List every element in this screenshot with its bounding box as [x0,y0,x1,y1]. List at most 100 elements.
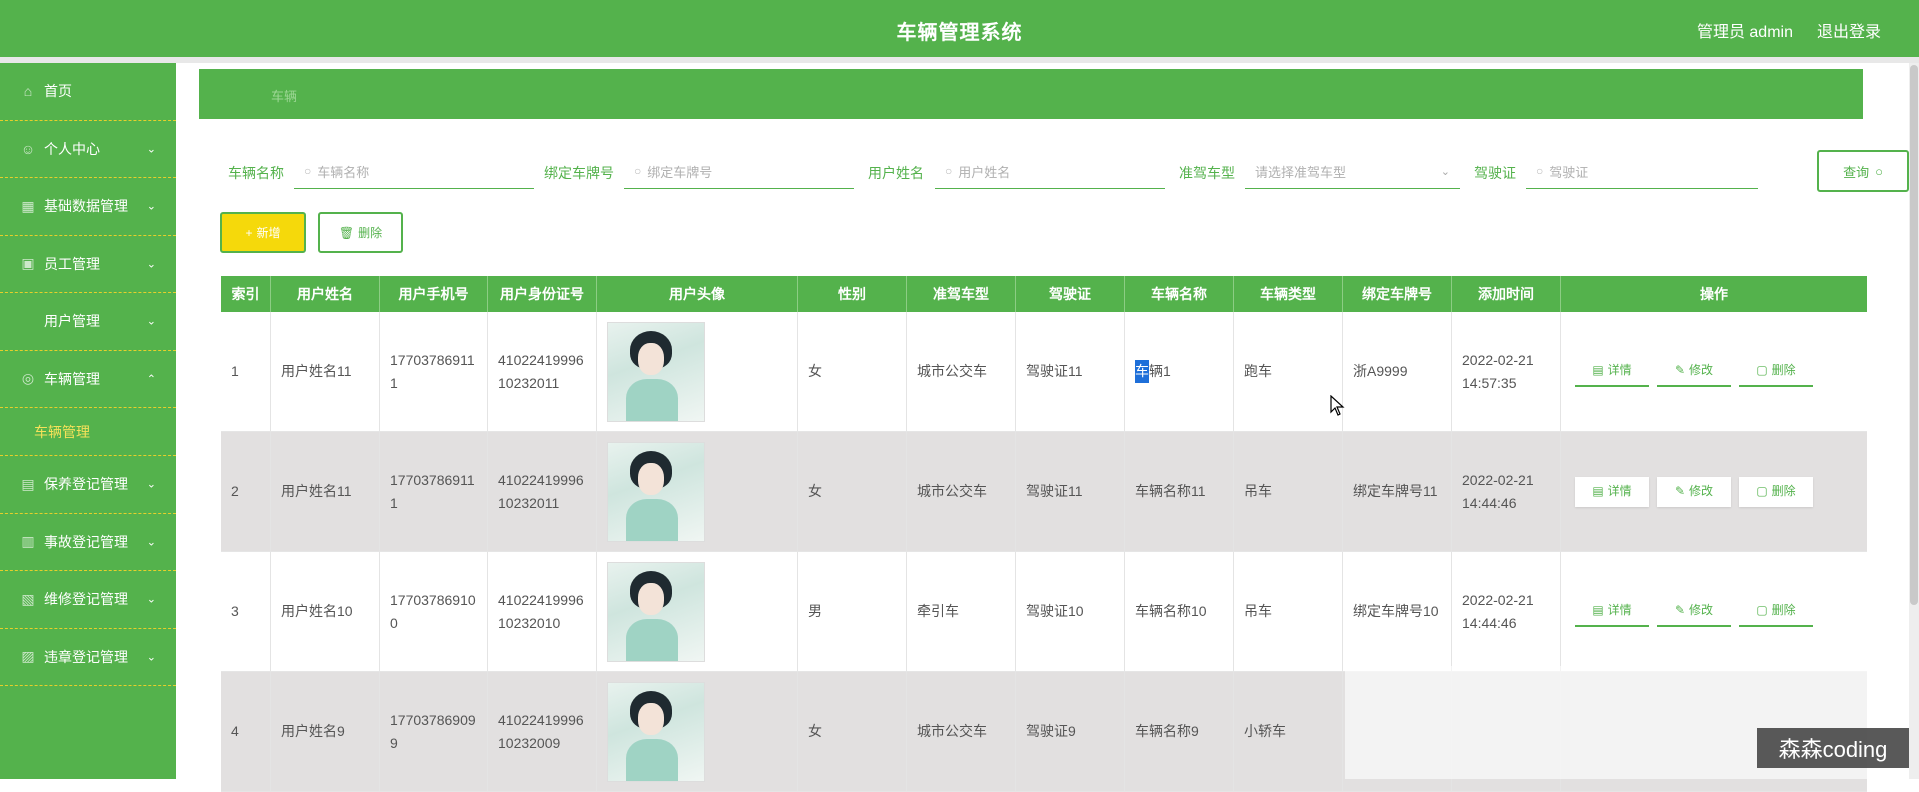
cell-license: 驾驶证9 [1016,672,1125,791]
id-line1: 41022419996 [498,351,584,368]
cell-avatar [597,432,798,551]
doc-icon: ▤ [1592,363,1604,377]
edit-label: 修改 [1689,603,1714,617]
col-header[interactable]: 操作 [1561,276,1867,312]
chevron-up-icon: ⌃ [146,373,156,386]
sidebar-item-staff[interactable]: ▣ 员工管理 ⌄ [0,236,176,293]
cell-car-name: 车辆名称11 [1125,432,1234,551]
pencil-icon: ✎ [1674,363,1686,377]
chevron-down-icon: ⌄ [146,143,156,156]
cell-added-time: 2022-02-21 14:44:46 [1452,432,1561,551]
delete-label: 删除 [1771,484,1796,498]
delete-button[interactable]: ▢ 删除 [1739,476,1813,507]
id-line2: 10232009 [498,734,561,751]
sidebar-item-vehicles[interactable]: ◎ 车辆管理 ⌃ [0,351,176,408]
license-type-label: 准驾车型 [1179,165,1235,181]
col-header[interactable]: 添加时间 [1452,276,1561,312]
top-bar: 车辆管理系统 管理员 admin 退出登录 [0,0,1919,57]
license-placeholder: 驾驶证 [1549,164,1589,180]
cell-car-name: 车辆1 [1125,312,1234,431]
license-type-select[interactable]: 请选择准驾车型 ⌄ [1245,154,1460,189]
time-line: 14:44:46 [1462,494,1517,511]
sidebar-item-repairs[interactable]: ▧ 维修登记管理 ⌄ [0,571,176,629]
cell-username: 用户姓名11 [271,312,380,431]
sidebar-item-home[interactable]: ⌂ 首页 [0,63,176,121]
chevron-down-icon: ⌄ [146,200,156,213]
sidebar-subitem-vehicle-management[interactable]: 车辆管理 [0,408,176,456]
cell-phone: 17703786909 9 [380,672,488,791]
username-input[interactable]: ○ 用户姓名 [935,154,1165,189]
detail-button[interactable]: ▤ 详情 [1575,596,1649,627]
sidebar-item-maintenance[interactable]: ▤ 保养登记管理 ⌄ [0,456,176,514]
col-header[interactable]: 车辆类型 [1234,276,1343,312]
table-row: 3 用户姓名10 17703786910 0 41022419996 10232… [221,552,1867,672]
delete-button[interactable]: ▢ 删除 [1739,596,1813,627]
col-header[interactable]: 准驾车型 [907,276,1016,312]
date-line: 2022-02-21 [1462,591,1534,608]
edit-button[interactable]: ✎ 修改 [1657,356,1731,387]
sidebar-item-label: 个人中心 [44,140,100,157]
sidebar-item-users[interactable]: 用户管理 ⌄ [0,293,176,351]
plate-input[interactable]: ○ 绑定车牌号 [624,154,854,189]
sidebar-item-base-data[interactable]: ▦ 基础数据管理 ⌄ [0,178,176,236]
trash-icon: ▢ [1756,363,1768,377]
add-button[interactable]: + 新增 [220,212,306,253]
batch-delete-button[interactable]: 🗑 删除 [318,212,403,253]
cell-actions: ▤ 详情 ✎ 修改 ▢ 删除 [1561,552,1867,671]
col-header[interactable]: 索引 [221,276,271,312]
sidebar-item-label: 基础数据管理 [44,198,128,215]
cell-avatar [597,552,798,671]
trash-icon: ▢ [1756,603,1768,617]
query-button[interactable]: 查询 ○ [1817,150,1909,192]
col-header[interactable]: 绑定车牌号 [1343,276,1452,312]
admin-user-label[interactable]: 管理员 admin [1697,18,1793,42]
car-name-input[interactable]: ○ 车辆名称 [294,154,534,189]
cell-car-type: 吊车 [1234,432,1343,551]
app-title: 车辆管理系统 [896,22,1023,44]
username-label: 用户姓名 [868,165,924,181]
car-name-placeholder: 车辆名称 [317,164,370,180]
delete-button[interactable]: ▢ 删除 [1739,356,1813,387]
cell-index: 3 [221,552,271,671]
breadcrumb: 车辆 [199,69,1863,119]
phone-line2: 1 [390,494,398,511]
col-header[interactable]: 用户身份证号 [488,276,597,312]
cell-gender: 男 [798,552,907,671]
sidebar-item-label: 首页 [44,83,72,100]
scrollbar[interactable] [1909,63,1919,779]
license-input[interactable]: ○ 驾驶证 [1526,154,1758,189]
cell-actions: ▤ 详情 ✎ 修改 ▢ 删除 [1561,432,1867,551]
col-header[interactable]: 车辆名称 [1125,276,1234,312]
time-line: 14:57:35 [1462,374,1517,391]
time-line: 14:44:46 [1462,614,1517,631]
sidebar-item-personal-center[interactable]: ☺ 个人中心 ⌄ [0,121,176,178]
edit-button[interactable]: ✎ 修改 [1657,596,1731,627]
table-row: 1 用户姓名11 17703786911 1 41022419996 10232… [221,312,1867,432]
cell-index: 1 [221,312,271,431]
col-header[interactable]: 性别 [798,276,907,312]
cell-phone: 17703786911 1 [380,432,488,551]
sidebar-item-violations[interactable]: ▨ 违章登记管理 ⌄ [0,629,176,686]
detail-button[interactable]: ▤ 详情 [1575,356,1649,387]
col-header[interactable]: 用户头像 [597,276,798,312]
cell-gender: 女 [798,312,907,431]
doc-icon: ▤ [1592,484,1604,498]
cell-phone: 17703786910 0 [380,552,488,671]
phone-line1: 17703786910 [390,591,476,608]
col-header[interactable]: 驾驶证 [1016,276,1125,312]
sidebar-item-label: 违章登记管理 [44,648,128,665]
detail-label: 详情 [1607,603,1632,617]
avatar [607,441,705,542]
logout-link[interactable]: 退出登录 [1817,18,1881,42]
col-header[interactable]: 用户姓名 [271,276,380,312]
breadcrumb-text[interactable]: 车辆 [271,86,297,105]
scrollbar-thumb[interactable] [1910,65,1918,605]
sidebar-item-label: 用户管理 [44,313,100,330]
col-header[interactable]: 用户手机号 [380,276,488,312]
chevron-down-icon: ⌄ [146,478,156,491]
sidebar-item-label: 保养登记管理 [44,476,128,493]
sidebar-item-accidents[interactable]: ▥ 事故登记管理 ⌄ [0,514,176,571]
edit-button[interactable]: ✎ 修改 [1657,476,1731,507]
detail-button[interactable]: ▤ 详情 [1575,476,1649,507]
cell-license: 驾驶证10 [1016,552,1125,671]
